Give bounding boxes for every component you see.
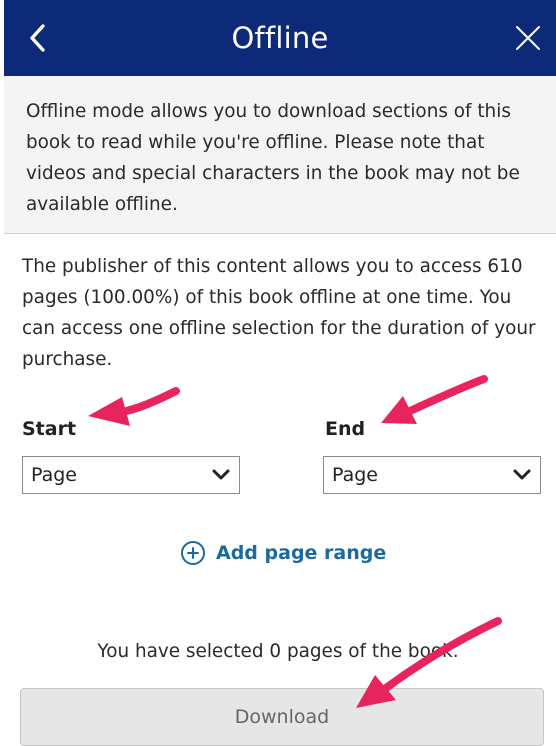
back-button[interactable] bbox=[18, 16, 58, 60]
chevron-left-icon bbox=[30, 24, 45, 52]
download-button[interactable]: Download bbox=[20, 688, 544, 746]
start-select-value: Page bbox=[31, 464, 77, 486]
add-page-range-label: Add page range bbox=[216, 542, 387, 564]
offline-info-box: Offline mode allows you to download sect… bbox=[4, 76, 556, 234]
start-page-select[interactable]: Page bbox=[22, 456, 240, 494]
arrow-to-start bbox=[88, 387, 180, 426]
arrow-to-end bbox=[381, 375, 488, 424]
chevron-down-icon bbox=[212, 469, 230, 480]
start-label: Start bbox=[22, 418, 77, 440]
download-button-label: Download bbox=[234, 706, 330, 728]
end-label: End bbox=[325, 418, 366, 440]
publisher-note: The publisher of this content allows you… bbox=[22, 256, 536, 370]
close-button[interactable] bbox=[506, 16, 550, 60]
dialog-title: Offline bbox=[231, 21, 329, 55]
add-page-range-link[interactable]: Add page range bbox=[180, 538, 386, 568]
end-select-value: Page bbox=[332, 464, 378, 486]
dialog-header: Offline bbox=[4, 0, 556, 76]
chevron-down-icon bbox=[513, 469, 531, 480]
end-page-select[interactable]: Page bbox=[323, 456, 541, 494]
close-icon bbox=[516, 26, 540, 50]
selection-status: You have selected 0 pages of the book. bbox=[97, 641, 459, 662]
offline-info-text: Offline mode allows you to download sect… bbox=[26, 101, 520, 215]
plus-circle-icon bbox=[181, 541, 205, 565]
